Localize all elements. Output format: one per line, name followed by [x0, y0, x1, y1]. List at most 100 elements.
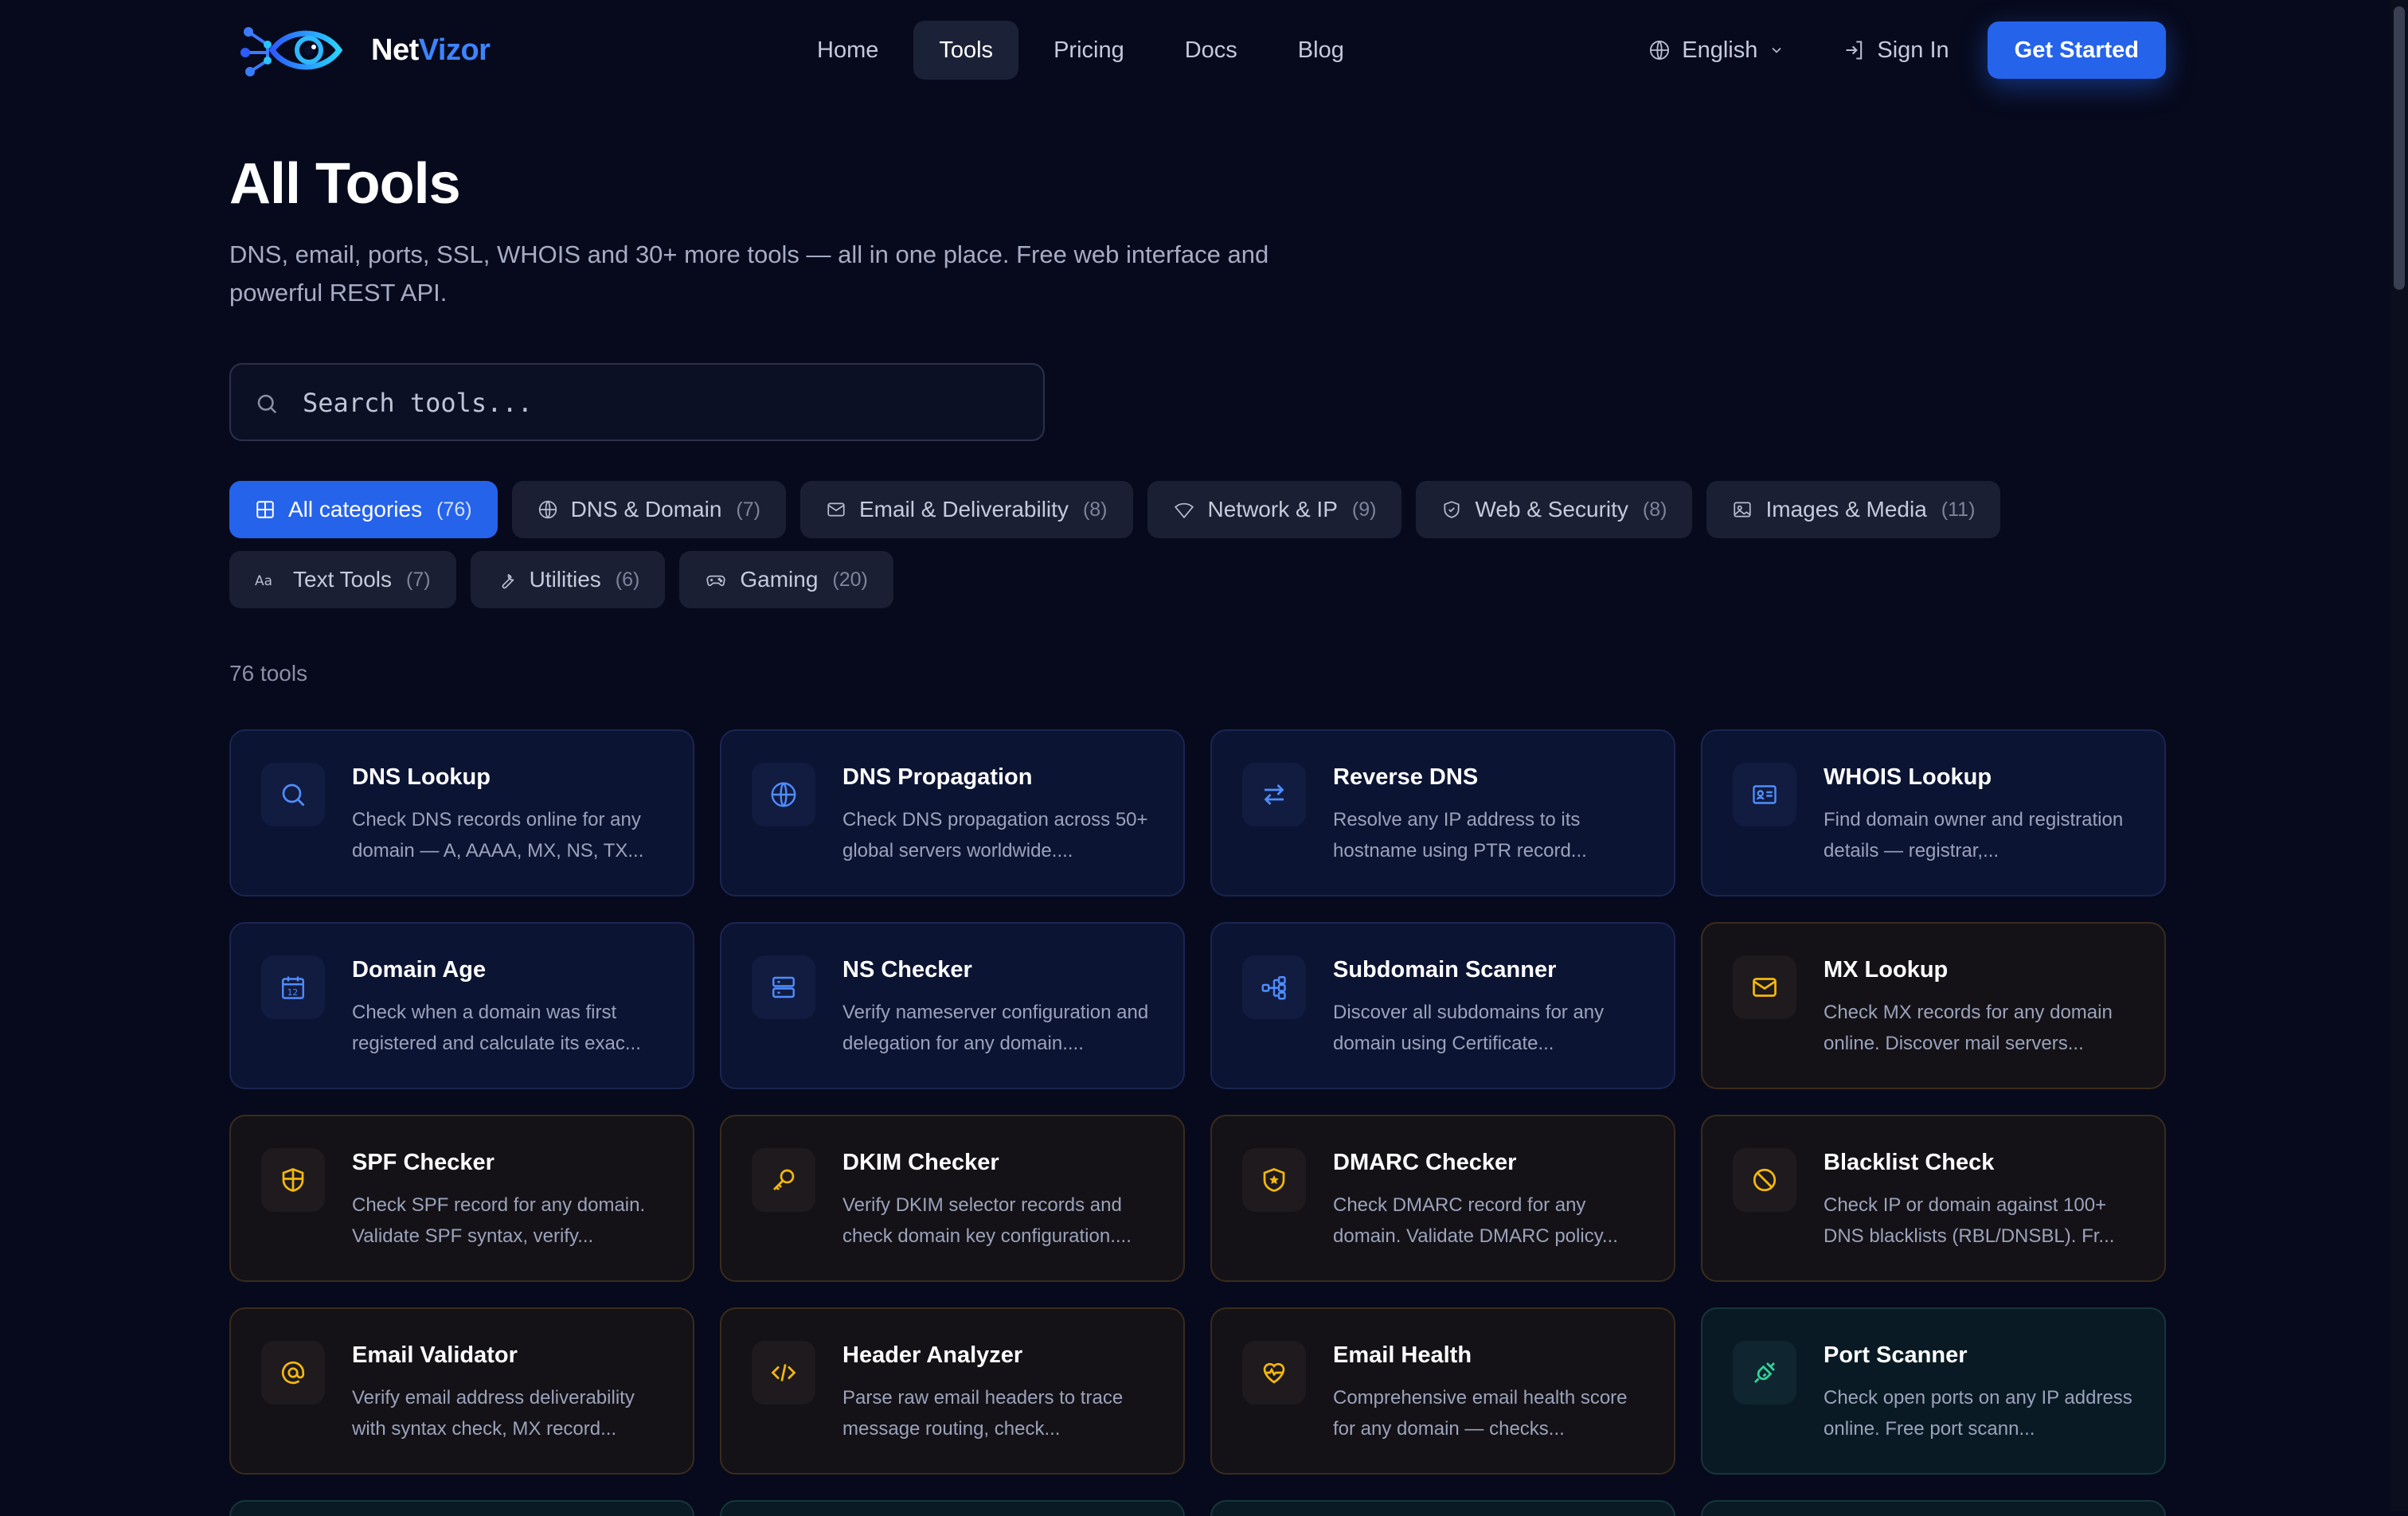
sign-in-link[interactable]: Sign In [1843, 37, 1949, 64]
tool-card-dns-lookup[interactable]: DNS Lookup Check DNS records online for … [229, 729, 694, 897]
nav-home[interactable]: Home [792, 21, 904, 80]
card-icon-box [752, 763, 815, 826]
tool-description: Verify email address deliverability with… [352, 1387, 635, 1440]
category-text-tools[interactable]: Aa Text Tools (7) [229, 551, 456, 608]
tool-card-dmarc-checker[interactable]: DMARC Checker Check DMARC record for any… [1210, 1115, 1675, 1282]
tool-title: Email Health [1333, 1342, 1472, 1368]
category-count: (11) [1941, 498, 1976, 521]
tool-card-spf-checker[interactable]: SPF Checker Check SPF record for any dom… [229, 1115, 694, 1282]
svg-text:12: 12 [287, 988, 298, 998]
page-scrollbar[interactable] [2390, 0, 2408, 1511]
swap-icon [1264, 784, 1284, 805]
shield-half-icon [282, 1168, 304, 1192]
image-icon [1734, 502, 1752, 518]
category-network-ip[interactable]: Network & IP (9) [1147, 481, 1402, 538]
category-dns-domain[interactable]: DNS & Domain (7) [511, 481, 786, 538]
tool-card-mx-lookup[interactable]: MX Lookup Check MX records for any domai… [1701, 922, 2166, 1089]
card-icon-box [1242, 1341, 1306, 1405]
category-label: Network & IP [1207, 497, 1338, 522]
language-selector[interactable]: English [1648, 37, 1784, 64]
key-icon [773, 1169, 795, 1190]
category-count: (7) [736, 498, 760, 521]
get-started-button[interactable]: Get Started [1987, 21, 2166, 79]
category-all[interactable]: All categories (76) [229, 481, 498, 538]
tool-title: Subdomain Scanner [1333, 957, 1557, 983]
card-icon-box [1733, 1148, 1796, 1212]
tool-title: Blacklist Check [1824, 1150, 1995, 1175]
search-box [229, 363, 1045, 441]
search-input[interactable] [301, 365, 1021, 441]
tool-card-partial[interactable] [1210, 1500, 1675, 1516]
tool-card-partial[interactable] [229, 1500, 694, 1516]
gamepad-icon [706, 575, 726, 587]
tool-description: Check MX records for any domain online. … [1824, 1002, 2113, 1054]
category-web-security[interactable]: Web & Security (8) [1416, 481, 1693, 538]
card-icon-box [1242, 1148, 1306, 1212]
category-count: (20) [832, 568, 868, 591]
brand-name: NetVizor [371, 33, 491, 67]
tool-card-dns-propagation[interactable]: DNS Propagation Check DNS propagation ac… [720, 729, 1185, 897]
category-utilities[interactable]: Utilities (6) [470, 551, 666, 608]
tool-title: DNS Lookup [352, 764, 491, 790]
scrollbar-thumb[interactable] [2394, 6, 2405, 290]
category-email[interactable]: Email & Deliverability (8) [799, 481, 1133, 538]
category-images-media[interactable]: Images & Media (11) [1706, 481, 2001, 538]
ban-icon [1753, 1168, 1777, 1192]
tool-title: DMARC Checker [1333, 1150, 1517, 1175]
tool-card-blacklist-check[interactable]: Blacklist Check Check IP or domain again… [1701, 1115, 2166, 1282]
brand-logo[interactable]: NetVizor [240, 21, 491, 80]
nav-pricing[interactable]: Pricing [1028, 21, 1150, 80]
card-icon-box [261, 763, 325, 826]
tool-description: Check when a domain was first registered… [352, 1002, 641, 1054]
network-icon [1261, 976, 1286, 1000]
category-count: (6) [615, 568, 640, 591]
tool-card-email-health[interactable]: Email Health Comprehensive email health … [1210, 1307, 1675, 1475]
tool-card-partial[interactable] [720, 1500, 1185, 1516]
top-header: NetVizor Home Tools Pricing Docs Blog En… [229, 21, 2166, 80]
eye-network-logo-icon [240, 27, 343, 76]
tool-title: NS Checker [842, 957, 972, 983]
tools-grid: DNS Lookup Check DNS records online for … [229, 729, 2166, 1475]
nav-blog[interactable]: Blog [1272, 21, 1370, 80]
tool-card-email-validator[interactable]: Email Validator Verify email address del… [229, 1307, 694, 1475]
tool-title: Header Analyzer [842, 1342, 1023, 1368]
category-gaming[interactable]: Gaming (20) [679, 551, 893, 608]
tool-card-reverse-dns[interactable]: Reverse DNS Resolve any IP address to it… [1210, 729, 1675, 897]
tool-description: Check SPF record for any domain. Validat… [352, 1194, 646, 1247]
tool-description: Check DNS propagation across 50+ global … [842, 809, 1148, 862]
shield-icon [1444, 501, 1460, 518]
text-icon: Aa [255, 573, 272, 589]
tool-title: Domain Age [352, 957, 487, 983]
id-card-icon [1753, 785, 1777, 804]
tool-title: WHOIS Lookup [1824, 764, 1992, 790]
card-icon-box: 12 [261, 955, 325, 1019]
at-icon [281, 1361, 305, 1385]
tool-description: Verify nameserver configuration and dele… [842, 1002, 1149, 1054]
search-icon [282, 783, 305, 807]
code-icon [771, 1364, 796, 1381]
category-label: All categories [288, 497, 423, 522]
card-icon-box [261, 1148, 325, 1212]
tool-description: Check DNS records online for any domain … [352, 809, 644, 862]
tool-card-domain-age[interactable]: 12 Domain Age Check when a domain was fi… [229, 922, 694, 1089]
tool-card-whois-lookup[interactable]: WHOIS Lookup Find domain owner and regis… [1701, 729, 2166, 897]
tool-description: Check DMARC record for any domain. Valid… [1333, 1194, 1618, 1247]
tool-card-ns-checker[interactable]: NS Checker Verify nameserver configurati… [720, 922, 1185, 1089]
plug-icon [1754, 1362, 1775, 1383]
card-icon-box [1733, 1341, 1796, 1405]
tool-description: Find domain owner and registration detai… [1824, 809, 2124, 862]
grid-icon [256, 501, 274, 518]
category-count: (76) [436, 498, 472, 521]
tool-card-header-analyzer[interactable]: Header Analyzer Parse raw email headers … [720, 1307, 1185, 1475]
tool-description: Parse raw email headers to trace message… [842, 1387, 1124, 1440]
tool-card-partial[interactable] [1701, 1500, 2166, 1516]
shield-star-icon [1263, 1168, 1285, 1192]
tool-card-port-scanner[interactable]: Port Scanner Check open ports on any IP … [1701, 1307, 2166, 1475]
globe-icon [538, 500, 557, 519]
globe-icon [1650, 40, 1670, 61]
tool-card-dkim-checker[interactable]: DKIM Checker Verify DKIM selector record… [720, 1115, 1185, 1282]
login-icon [1846, 41, 1863, 60]
tool-card-subdomain-scanner[interactable]: Subdomain Scanner Discover all subdomain… [1210, 922, 1675, 1089]
nav-tools[interactable]: Tools [913, 21, 1019, 80]
nav-docs[interactable]: Docs [1159, 21, 1263, 80]
